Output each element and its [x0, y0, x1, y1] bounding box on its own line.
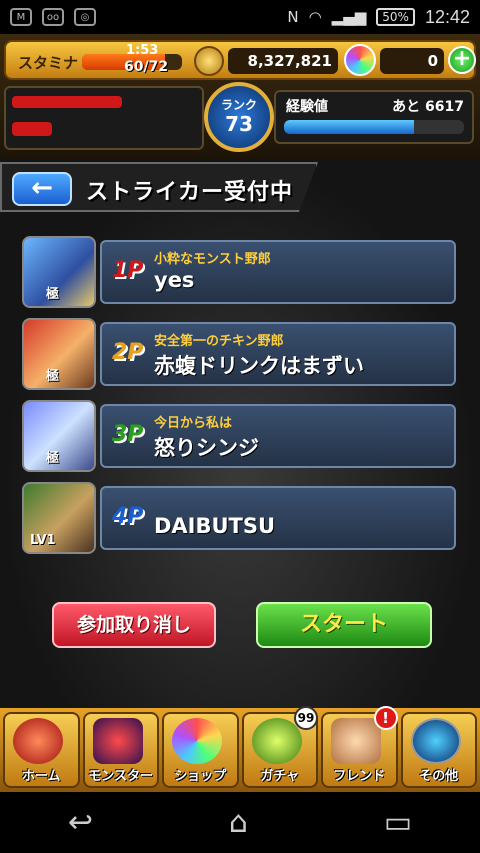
nfc-icon: N [287, 8, 299, 26]
player-slot-2[interactable]: 極 2P 安全第一のチキン野郎 赤蝮ドリンクはまずい [22, 318, 456, 390]
game-hud: スタミナ 1:53 60/72 8,327,821 0 + ランク 73 経験値… [0, 34, 480, 160]
monster-avatar: 極 [22, 400, 96, 472]
gold-amount: 8,327,821 [228, 48, 338, 74]
nav-shop[interactable]: ショップ [162, 712, 239, 788]
clock: 12:42 [424, 6, 470, 27]
player-title: 安全第一のチキン野郎 [154, 334, 284, 349]
nav-other[interactable]: その他 [400, 712, 477, 788]
avatar-mark: 極 [46, 287, 60, 302]
player-name: DAIBUTSU [154, 514, 276, 538]
page-title: ストライカー受付中 [86, 180, 294, 205]
stamina-value: 60/72 [124, 59, 169, 75]
player-name-panel [4, 86, 204, 150]
player-slot-4[interactable]: LV1 4P DAIBUTSU [22, 482, 456, 554]
player-tag: 4P [112, 504, 144, 529]
app-notification-icon: M [10, 8, 32, 26]
shop-orb-icon [172, 718, 222, 764]
player-name: 赤蝮ドリンクはまずい [154, 354, 364, 378]
player-info: 3P 今日から私は 怒りシンジ [100, 404, 456, 468]
wifi-icon: ◠ [308, 8, 322, 26]
voicemail-icon: oo [42, 8, 64, 26]
monster-avatar: 極 [22, 236, 96, 308]
exp-remaining: あと 6617 [392, 99, 464, 115]
radar-icon [410, 718, 461, 764]
avatar-mark: LV1 [30, 533, 56, 548]
rank-badge: ランク 73 [204, 82, 274, 152]
orb-count: 0 [380, 48, 444, 74]
nav-friend[interactable]: ! フレンド [321, 706, 398, 788]
exp-panel: 経験値 あと 6617 [274, 90, 474, 144]
player-tag: 3P [112, 422, 144, 447]
bottom-nav: ホーム モンスター ショップ 99 ガチャ ! フレンド その他 [0, 706, 480, 792]
handshake-icon [331, 718, 381, 764]
gacha-count-badge: 99 [294, 706, 318, 730]
friend-alert-badge: ! [373, 706, 398, 730]
player-name: yes [154, 268, 195, 292]
buy-orbs-button[interactable]: + [448, 46, 476, 74]
home-button-icon[interactable]: ⌂ [229, 805, 248, 840]
nav-label: ホーム [21, 769, 61, 784]
recent-apps-icon[interactable]: ▭ [384, 805, 412, 840]
rank-label: ランク [220, 98, 257, 112]
player-tag: 2P [112, 340, 144, 365]
monster-avatar: 極 [22, 318, 96, 390]
status-bar: M oo ◎ N ◠ ▂▄▆ 50% 12:42 [0, 0, 480, 34]
start-button[interactable]: スタート [256, 602, 432, 648]
player-info: 1P 小粋なモンスト野郎 yes [100, 240, 456, 304]
player-title: 今日から私は [154, 416, 233, 431]
system-nav-bar: ↩ ⌂ ▭ [0, 792, 480, 853]
nav-monster[interactable]: モンスター [82, 712, 159, 788]
exp-gauge-fill [284, 120, 414, 134]
back-icon[interactable]: ↩ [68, 805, 93, 840]
avatar-mark: 極 [46, 369, 60, 384]
player-info: 4P DAIBUTSU [100, 486, 456, 550]
home-icon [13, 718, 63, 764]
redacted-id [12, 122, 52, 136]
signal-icon: ▂▄▆ [331, 8, 367, 26]
redacted-name [12, 96, 122, 108]
player-tag: 1P [112, 258, 144, 283]
player-title: 小粋なモンスト野郎 [154, 252, 271, 267]
nav-label: その他 [419, 769, 459, 784]
monster-avatar: LV1 [22, 482, 96, 554]
battery-indicator: 50% [376, 8, 415, 26]
gacha-egg-icon [251, 718, 302, 764]
nav-home[interactable]: ホーム [3, 712, 80, 788]
gold-coin-icon [194, 46, 224, 76]
player-name: 怒りシンジ [154, 436, 259, 460]
nav-gacha[interactable]: 99 ガチャ [241, 706, 318, 788]
orb-icon [344, 44, 376, 76]
nav-label: ガチャ [260, 769, 300, 784]
player-slot-3[interactable]: 極 3P 今日から私は 怒りシンジ [22, 400, 456, 472]
stamina-timer: 1:53 [126, 43, 159, 58]
title-bar: ← ストライカー受付中 [0, 162, 318, 212]
player-info: 2P 安全第一のチキン野郎 赤蝮ドリンクはまずい [100, 322, 456, 386]
exp-label: 経験値 [286, 99, 328, 115]
stamina-bar: スタミナ 1:53 60/72 8,327,821 0 + [4, 40, 476, 80]
back-arrow-icon[interactable]: ← [12, 172, 72, 206]
sync-icon: ◎ [74, 8, 96, 26]
player-slot-1[interactable]: 極 1P 小粋なモンスト野郎 yes [22, 236, 456, 308]
cancel-participation-button[interactable]: 参加取り消し [52, 602, 216, 648]
avatar-mark: 極 [46, 451, 60, 466]
multiplayer-lobby: ← ストライカー受付中 極 1P 小粋なモンスト野郎 yes 極 2P 安全第一… [0, 160, 480, 708]
nav-label: モンスター [88, 769, 154, 784]
nav-label: フレンド [333, 769, 386, 784]
exp-gauge [284, 120, 464, 134]
stamina-label: スタミナ [18, 54, 79, 72]
nav-label: ショップ [174, 769, 227, 784]
monster-icon [92, 718, 143, 764]
rank-value: 73 [225, 112, 253, 136]
